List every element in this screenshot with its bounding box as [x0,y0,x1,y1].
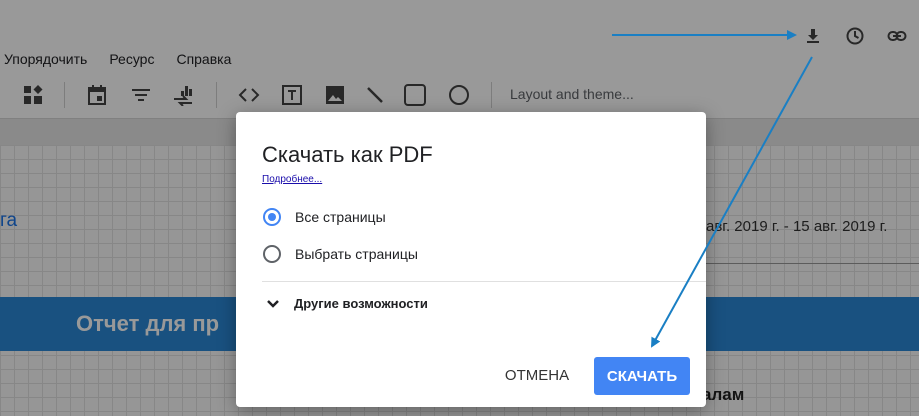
app-window: Упорядочить Ресурс Справка Layout and th… [0,0,919,416]
annotation-arrow-to-download-button [651,56,813,348]
annotation-arrows [612,30,813,348]
